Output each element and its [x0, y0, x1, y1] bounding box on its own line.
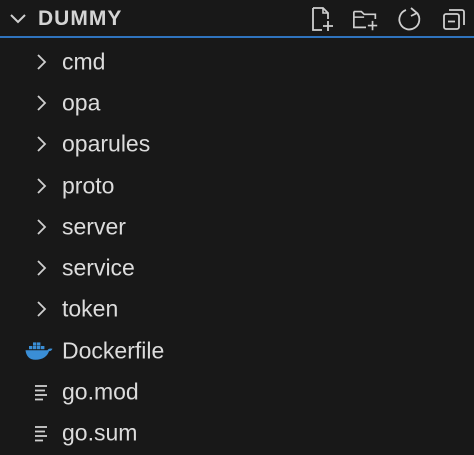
tree-item-opa[interactable]: opa — [0, 82, 474, 123]
text-file-icon — [32, 381, 52, 403]
tree-item-label: Dockerfile — [62, 337, 165, 364]
collapse-all-icon — [443, 9, 465, 30]
chevron-right-icon[interactable] — [32, 92, 52, 114]
chevron-right-icon[interactable] — [32, 51, 52, 73]
new-file-icon — [312, 7, 333, 31]
tree-item-label: service — [62, 254, 135, 281]
collapse-all-button[interactable] — [440, 4, 468, 34]
tree-item-label: server — [62, 213, 126, 240]
refresh-icon — [398, 7, 421, 31]
file-tree: cmd opa oparules proto server service to… — [0, 41, 474, 454]
tree-item-label: opa — [62, 89, 101, 116]
tree-item-label: token — [62, 295, 119, 322]
tree-item-label: proto — [62, 172, 115, 199]
tree-item-cmd[interactable]: cmd — [0, 41, 474, 82]
chevron-right-icon[interactable] — [32, 175, 52, 197]
chevron-right-icon[interactable] — [32, 216, 52, 238]
chevron-right-icon[interactable] — [32, 257, 52, 279]
tree-item-dockerfile[interactable]: Dockerfile — [0, 330, 474, 371]
chevron-down-icon[interactable] — [8, 9, 28, 29]
new-folder-icon — [353, 10, 378, 31]
tree-item-proto[interactable]: proto — [0, 165, 474, 206]
chevron-right-icon[interactable] — [32, 133, 52, 155]
explorer-title: DUMMY — [38, 7, 123, 30]
file-explorer: DUMMY cmd opa oparules proto server serv… — [0, 0, 474, 455]
tree-item-token[interactable]: token — [0, 289, 474, 330]
tree-item-label: go.sum — [62, 419, 138, 446]
tree-item-oparules[interactable]: oparules — [0, 124, 474, 165]
tree-item-server[interactable]: server — [0, 206, 474, 247]
tree-item-label: oparules — [62, 130, 151, 157]
chevron-right-icon[interactable] — [32, 298, 52, 320]
new-folder-button[interactable] — [352, 4, 380, 34]
refresh-button[interactable] — [396, 4, 424, 34]
tree-item-label: cmd — [62, 48, 106, 75]
explorer-actions — [292, 4, 474, 36]
tree-item-service[interactable]: service — [0, 247, 474, 288]
text-file-icon — [32, 422, 52, 444]
explorer-header[interactable]: DUMMY — [0, 0, 474, 38]
tree-item-label: go.mod — [62, 378, 139, 405]
tree-item-go-sum[interactable]: go.sum — [0, 413, 474, 454]
new-file-button[interactable] — [308, 4, 336, 34]
tree-item-go-mod[interactable]: go.mod — [0, 371, 474, 412]
docker-icon — [24, 340, 54, 362]
